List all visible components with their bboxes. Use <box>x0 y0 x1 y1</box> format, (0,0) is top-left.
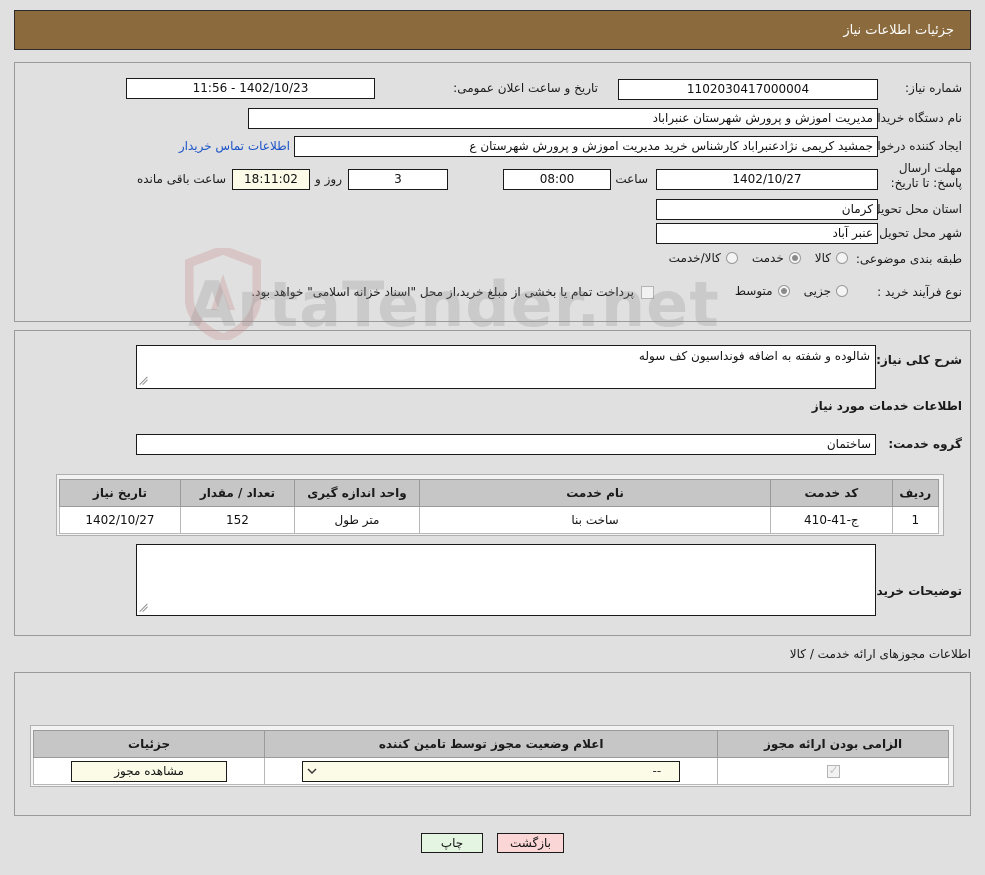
service-group-value: ساختمان <box>136 434 876 455</box>
need-number-value: 1102030417000004 <box>618 79 878 100</box>
radio-category-1[interactable] <box>788 252 801 264</box>
treasury-documents-checkbox[interactable] <box>641 286 654 299</box>
deadline-label: مهلت ارسال پاسخ: تا تاریخ: <box>890 161 962 190</box>
print-button[interactable]: چاپ <box>421 833 483 853</box>
deadline-time-label: ساعت <box>615 172 648 186</box>
buyer-contact-link[interactable]: اطلاعات تماس خریدار <box>179 139 290 153</box>
deadline-time-value: 08:00 <box>503 169 611 190</box>
remaining-days-value: 3 <box>348 169 448 190</box>
service-group-label: گروه خدمت: <box>888 437 962 451</box>
category-label: طبقه بندی موضوعی: <box>855 252 962 266</box>
permit-status-value: -- <box>652 763 662 778</box>
city-label: شهر محل تحویل: <box>875 226 962 240</box>
permits-col-status: اعلام وضعیت مجوز توسط تامین کننده <box>264 730 719 758</box>
items-col-row-no: ردیف <box>891 479 940 507</box>
permits-col-details: جزئیات <box>32 730 266 758</box>
radio-category-0[interactable] <box>836 252 848 264</box>
items-table-wrapper: ردیف کد خدمت نام خدمت واحد اندازه گیری ت… <box>56 474 944 536</box>
page-header: جزئیات اطلاعات نیاز <box>14 10 971 50</box>
need-details-panel: شرح کلی نیاز: شالوده و شفته به اضافه فون… <box>14 330 971 636</box>
need-number-label: شماره نیاز: <box>905 81 962 95</box>
need-summary-panel: شماره نیاز: 1102030417000004 تاریخ و ساع… <box>14 62 971 322</box>
permits-panel: الزامی بودن ارائه مجوز اعلام وضعیت مجوز … <box>14 672 971 816</box>
process-type-label: نوع فرآیند خرید : <box>877 285 962 299</box>
table-row: 1 ج-41-410 ساخت بنا متر طول 152 1402/10/… <box>59 506 940 534</box>
general-description-label: شرح کلی نیاز: <box>876 353 962 367</box>
cell-unit: متر طول <box>293 506 420 534</box>
requester-value: جمشید کریمی نژادعنبراباد کارشناس خرید مد… <box>294 136 878 157</box>
permit-required-checkbox <box>826 763 840 778</box>
cell-row-no: 1 <box>891 506 940 534</box>
deadline-date-value: 1402/10/27 <box>656 169 878 190</box>
radio-process-0[interactable] <box>836 285 848 297</box>
radio-category-2[interactable] <box>725 252 738 264</box>
items-col-unit: واحد اندازه گیری <box>293 479 420 507</box>
countdown-value: 18:11:02 <box>232 169 310 190</box>
cell-service-code: ج-41-410 <box>770 506 893 534</box>
items-col-service-code: کد خدمت <box>770 479 893 507</box>
cell-quantity: 152 <box>179 506 295 534</box>
items-col-quantity: تعداد / مقدار <box>179 479 295 507</box>
radio-category-0-label: کالا <box>814 251 831 265</box>
general-description-value: شالوده و شفته به اضافه فونداسیون کف سوله <box>638 349 870 363</box>
services-info-title: اطلاعات خدمات مورد نیاز <box>811 399 962 413</box>
cell-permit-required <box>717 757 949 785</box>
radio-process-1[interactable] <box>777 285 790 297</box>
chevron-down-icon <box>307 768 317 774</box>
remaining-days-label: روز و <box>315 172 342 186</box>
back-button[interactable]: بازگشت <box>497 833 564 853</box>
announce-datetime-value: 1402/10/23 - 11:56 <box>126 78 375 99</box>
province-label: استان محل تحویل: <box>867 202 962 216</box>
buyer-notes-textarea[interactable] <box>136 544 876 616</box>
resize-grip-icon[interactable] <box>139 377 149 387</box>
radio-process-0-label: جزیی <box>803 284 831 298</box>
permits-table-header-row: الزامی بودن ارائه مجوز اعلام وضعیت مجوز … <box>32 730 949 758</box>
page-title: جزئیات اطلاعات نیاز <box>843 22 954 38</box>
announce-datetime-label: تاریخ و ساعت اعلان عمومی: <box>453 81 598 95</box>
items-table-header-row: ردیف کد خدمت نام خدمت واحد اندازه گیری ت… <box>59 479 940 507</box>
city-value: عنبر آباد <box>656 223 878 244</box>
items-table: ردیف کد خدمت نام خدمت واحد اندازه گیری ت… <box>59 479 940 534</box>
process-radio-group: جزیی متوسط <box>721 284 848 298</box>
items-col-service-name: نام خدمت <box>418 479 772 507</box>
treasury-note-text: پرداخت تمام یا بخشی از مبلغ خرید،از محل … <box>251 285 634 299</box>
cell-need-date: 1402/10/27 <box>59 506 181 534</box>
permit-status-select[interactable]: -- <box>302 760 681 782</box>
permits-table: الزامی بودن ارائه مجوز اعلام وضعیت مجوز … <box>32 730 949 785</box>
table-row: -- مشاهده مجوز <box>32 757 949 785</box>
footer-actions: بازگشت چاپ <box>0 833 985 853</box>
radio-process-1-label: متوسط <box>734 284 773 298</box>
permits-table-wrapper: الزامی بودن ارائه مجوز اعلام وضعیت مجوز … <box>30 725 954 787</box>
cell-service-name: ساخت بنا <box>418 506 772 534</box>
view-permit-button[interactable]: مشاهده مجوز <box>71 760 228 782</box>
resize-grip-icon[interactable] <box>139 604 149 614</box>
buyer-org-label: نام دستگاه خریدار: <box>867 111 963 125</box>
cell-permit-details: مشاهده مجوز <box>32 757 266 785</box>
items-col-need-date: تاریخ نیاز <box>59 479 181 507</box>
general-description-textarea[interactable]: شالوده و شفته به اضافه فونداسیون کف سوله <box>136 345 876 389</box>
permits-section-note: اطلاعات مجوزهای ارائه خدمت / کالا <box>789 647 971 661</box>
cell-permit-status: -- <box>264 757 719 785</box>
radio-category-1-label: خدمت <box>751 251 784 265</box>
province-value: کرمان <box>656 199 878 220</box>
radio-category-2-label: کالا/خدمت <box>668 251 721 265</box>
category-radio-group: کالا خدمت کالا/خدمت <box>655 251 848 265</box>
permits-col-required: الزامی بودن ارائه مجوز <box>717 730 949 758</box>
countdown-label: ساعت باقی مانده <box>136 172 226 186</box>
buyer-org-value: مدیریت اموزش و پرورش شهرستان عنبراباد <box>248 108 878 129</box>
